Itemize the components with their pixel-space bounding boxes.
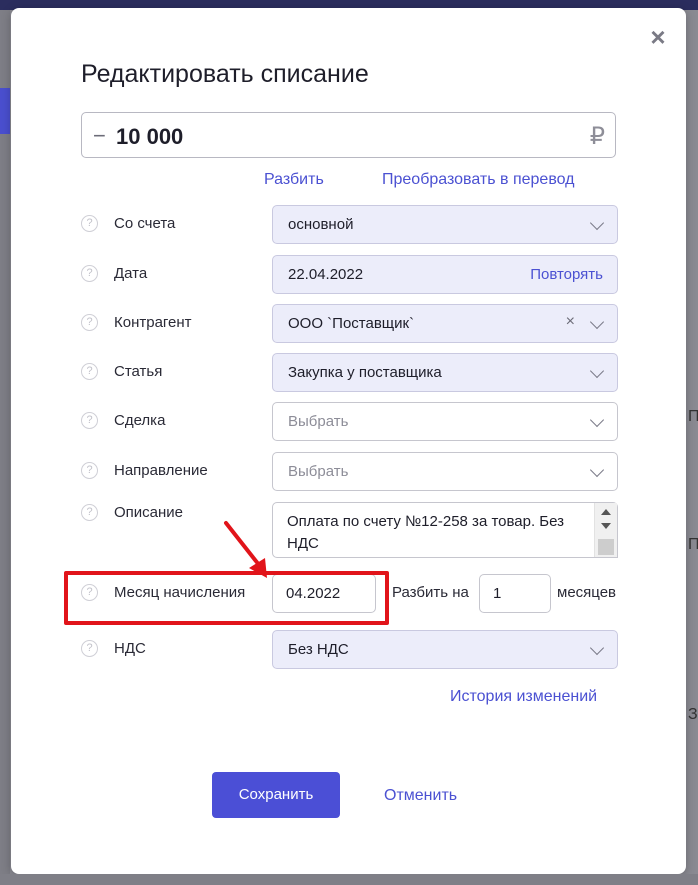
article-value: Закупка у поставщика	[288, 364, 442, 381]
chevron-down-icon	[589, 215, 605, 231]
help-icon[interactable]: ?	[81, 462, 98, 479]
date-label: Дата	[114, 265, 148, 282]
background-bottom	[0, 874, 698, 885]
split-link[interactable]: Разбить	[264, 171, 324, 189]
article-select[interactable]: Закупка у поставщика	[272, 353, 618, 392]
help-icon[interactable]: ?	[81, 363, 98, 380]
amount-input[interactable]: − 10 000 ₽	[81, 112, 616, 158]
chevron-down-icon	[589, 462, 605, 478]
account-value: основной	[288, 216, 354, 233]
save-button[interactable]: Сохранить	[212, 772, 340, 818]
help-icon[interactable]: ?	[81, 412, 98, 429]
counterparty-value: ООО `Поставщик`	[288, 315, 415, 332]
split-count-input[interactable]: 1	[479, 574, 551, 613]
background-text-fragment: Зо	[688, 706, 698, 723]
chevron-down-icon	[589, 363, 605, 379]
direction-label: Направление	[114, 462, 208, 479]
direction-placeholder: Выбрать	[288, 463, 349, 480]
background-text-fragment: П	[688, 536, 698, 553]
cancel-button[interactable]: Отменить	[384, 787, 457, 805]
account-select[interactable]: основной	[272, 205, 618, 244]
resize-handle-icon[interactable]	[598, 539, 614, 555]
article-label: Статья	[114, 363, 163, 380]
amount-value: 10 000	[116, 124, 184, 149]
background-tab	[0, 88, 10, 134]
date-value: 22.04.2022	[288, 266, 364, 283]
vat-label: НДС	[114, 640, 146, 657]
split-count-value: 1	[493, 585, 502, 602]
scroll-up-icon[interactable]	[601, 509, 611, 515]
textarea-scrollbar[interactable]	[594, 503, 617, 557]
description-label: Описание	[114, 504, 184, 521]
counterparty-label: Контрагент	[114, 314, 192, 331]
description-textarea[interactable]: Оплата по счету №12-258 за товар. Без НД…	[272, 502, 618, 558]
counterparty-select[interactable]: ООО `Поставщик` ×	[272, 304, 618, 343]
help-icon[interactable]: ?	[81, 314, 98, 331]
deal-select[interactable]: Выбрать	[272, 402, 618, 441]
close-icon[interactable]: ×	[647, 24, 669, 50]
split-into-label: Разбить на	[392, 584, 469, 601]
vat-select[interactable]: Без НДС	[272, 630, 618, 669]
help-icon[interactable]: ?	[81, 504, 98, 521]
minus-sign: −	[93, 123, 106, 148]
history-link[interactable]: История изменений	[450, 688, 597, 706]
background-app-left	[0, 10, 10, 885]
edit-writeoff-dialog: × Редактировать списание − 10 000 ₽ Разб…	[11, 8, 686, 874]
annotation-arrow-icon	[224, 521, 267, 578]
direction-select[interactable]: Выбрать	[272, 452, 618, 491]
deal-placeholder: Выбрать	[288, 413, 349, 430]
help-icon[interactable]: ?	[81, 640, 98, 657]
help-icon[interactable]: ?	[81, 215, 98, 232]
help-icon[interactable]: ?	[81, 265, 98, 282]
chevron-down-icon	[589, 314, 605, 330]
date-input[interactable]: 22.04.2022 Повторять	[272, 255, 618, 294]
repeat-link[interactable]: Повторять	[530, 266, 603, 283]
chevron-down-icon	[589, 640, 605, 656]
months-label: месяцев	[557, 584, 617, 601]
clear-icon[interactable]: ×	[566, 313, 575, 331]
description-value: Оплата по счету №12-258 за товар. Без НД…	[287, 513, 565, 552]
vat-value: Без НДС	[288, 641, 349, 658]
dialog-title: Редактировать списание	[81, 60, 369, 88]
chevron-down-icon	[589, 412, 605, 428]
background-text-fragment: Пр	[688, 408, 698, 425]
account-label: Со счета	[114, 215, 176, 232]
deal-label: Сделка	[114, 412, 166, 429]
ruble-icon: ₽	[589, 123, 605, 150]
convert-to-transfer-link[interactable]: Преобразовать в перевод	[382, 171, 575, 189]
scroll-down-icon[interactable]	[601, 523, 611, 529]
